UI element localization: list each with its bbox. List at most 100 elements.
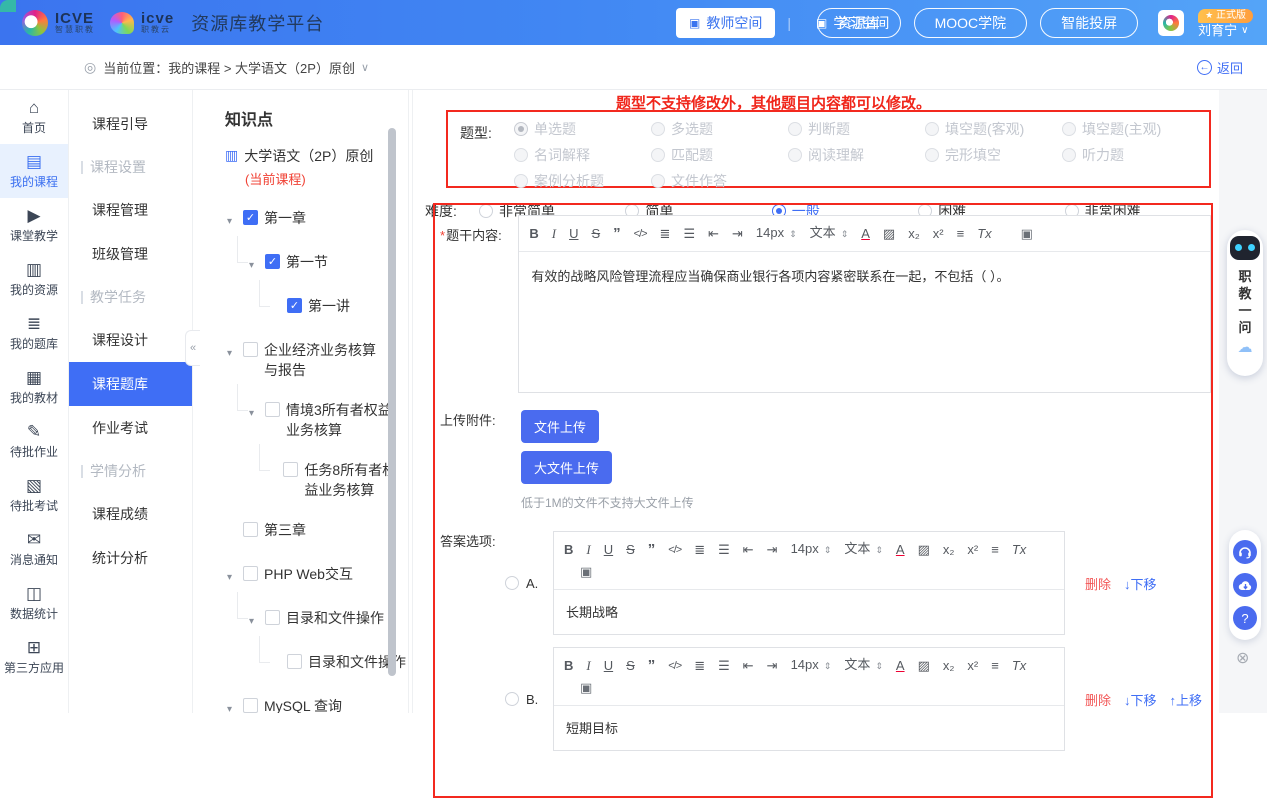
- tree-checkbox[interactable]: [243, 566, 258, 581]
- ordered-list-icon[interactable]: ≣: [694, 541, 705, 559]
- tab-teacher-space[interactable]: ▣教师空间: [676, 8, 775, 38]
- expand-arrow-icon[interactable]: ▾: [227, 212, 237, 232]
- tree-checkbox[interactable]: ✓: [287, 298, 302, 313]
- indent-icon[interactable]: ⇥: [767, 541, 778, 559]
- tree-checkbox[interactable]: [243, 522, 258, 537]
- bold-icon[interactable]: B: [529, 225, 538, 243]
- sidebar-item-data-statistics[interactable]: ◫数据统计: [0, 576, 68, 630]
- mooc-academy-button[interactable]: MOOC学院: [914, 8, 1028, 38]
- subscript-icon[interactable]: x₂: [908, 225, 920, 243]
- font-size-icon[interactable]: 14px⇕: [791, 540, 832, 559]
- superscript-icon[interactable]: x²: [967, 657, 978, 675]
- font-family-icon[interactable]: 文本⇕: [844, 540, 883, 559]
- clear-format-icon[interactable]: Tx: [977, 225, 991, 243]
- tree-checkbox[interactable]: ✓: [265, 254, 280, 269]
- answer-radio[interactable]: [505, 576, 519, 590]
- line-height-icon[interactable]: ≡: [957, 225, 965, 243]
- unordered-list-icon[interactable]: ☰: [683, 225, 695, 243]
- superscript-icon[interactable]: x²: [967, 541, 978, 559]
- bold-icon[interactable]: B: [564, 541, 573, 559]
- indent-icon[interactable]: ⇥: [732, 225, 743, 243]
- nav-item[interactable]: 课程设计: [69, 318, 192, 362]
- strikethrough-icon[interactable]: S: [591, 225, 600, 243]
- font-size-icon[interactable]: 14px⇕: [756, 224, 797, 243]
- clear-format-icon[interactable]: Tx: [1012, 657, 1026, 675]
- text-color-icon[interactable]: A: [861, 225, 870, 243]
- breadcrumb-caret-icon[interactable]: ∨: [361, 61, 369, 74]
- underline-icon[interactable]: U: [604, 657, 613, 675]
- italic-icon[interactable]: I: [586, 541, 590, 559]
- answer-editor-content[interactable]: 长期战略: [554, 590, 1064, 634]
- tree-checkbox[interactable]: ✓: [243, 210, 258, 225]
- collapse-sidebar-button[interactable]: «: [185, 330, 200, 366]
- expand-arrow-icon[interactable]: ▾: [227, 568, 237, 588]
- tree-node[interactable]: ▾企业经济业务核算与报告: [227, 340, 408, 380]
- italic-icon[interactable]: I: [552, 225, 556, 243]
- tree-checkbox[interactable]: [243, 342, 258, 357]
- expand-arrow-icon[interactable]: ▾: [227, 344, 237, 364]
- sidebar-item-my-courses[interactable]: ▤我的课程: [0, 144, 68, 198]
- download-button[interactable]: [1233, 573, 1257, 597]
- nav-item[interactable]: 作业考试: [69, 406, 192, 450]
- blockquote-icon[interactable]: ”: [648, 541, 656, 559]
- close-widgets-icon[interactable]: ⊗: [1236, 648, 1249, 668]
- blockquote-icon[interactable]: ”: [648, 657, 656, 675]
- tree-scrollbar[interactable]: [388, 128, 396, 676]
- subscript-icon[interactable]: x₂: [943, 657, 955, 675]
- user-box[interactable]: ★ 正式版 刘育宁∨: [1198, 6, 1253, 40]
- nav-item[interactable]: 统计分析: [69, 536, 192, 580]
- back-button[interactable]: ← 返回: [1197, 58, 1243, 77]
- nav-item[interactable]: 课程题库: [69, 362, 192, 406]
- outdent-icon[interactable]: ⇤: [743, 657, 754, 675]
- image-icon[interactable]: ▣: [1021, 225, 1033, 243]
- underline-icon[interactable]: U: [604, 541, 613, 559]
- avatar[interactable]: [1158, 10, 1184, 36]
- tree-checkbox[interactable]: [243, 698, 258, 713]
- tree-checkbox[interactable]: [265, 610, 280, 625]
- tree-node[interactable]: ▾✓第一章: [227, 208, 408, 232]
- sidebar-item-home[interactable]: ⌂首页: [0, 90, 68, 144]
- font-family-icon[interactable]: 文本⇕: [810, 224, 849, 243]
- delete-option-button[interactable]: 删除: [1085, 574, 1111, 593]
- answer-radio[interactable]: [505, 692, 519, 706]
- code-icon[interactable]: </>: [668, 657, 681, 675]
- highlight-icon[interactable]: ▨: [918, 541, 930, 559]
- tree-node[interactable]: ▾情境3所有者权益业务核算: [249, 400, 408, 440]
- text-color-icon[interactable]: A: [896, 657, 905, 675]
- image-icon[interactable]: ▣: [580, 563, 592, 581]
- tree-checkbox[interactable]: [287, 654, 302, 669]
- sidebar-item-notifications[interactable]: ✉消息通知: [0, 522, 68, 576]
- expand-arrow-icon[interactable]: ▾: [249, 404, 259, 424]
- code-icon[interactable]: </>: [668, 541, 681, 559]
- sidebar-item-pending-homework[interactable]: ✎待批作业: [0, 414, 68, 468]
- ai-assistant-widget[interactable]: 职教一问 ☁: [1227, 230, 1263, 376]
- nav-item[interactable]: 班级管理: [69, 232, 192, 276]
- unordered-list-icon[interactable]: ☰: [718, 541, 730, 559]
- highlight-icon[interactable]: ▨: [883, 225, 895, 243]
- sidebar-item-third-party-apps[interactable]: ⊞第三方应用: [0, 630, 68, 684]
- tree-node[interactable]: ▾PHP Web交互: [227, 564, 408, 588]
- bold-icon[interactable]: B: [564, 657, 573, 675]
- tree-node[interactable]: ▾目录和文件操作: [249, 608, 408, 632]
- customer-service-button[interactable]: [1233, 540, 1257, 564]
- highlight-icon[interactable]: ▨: [918, 657, 930, 675]
- expand-arrow-icon[interactable]: ▾: [249, 256, 259, 276]
- strikethrough-icon[interactable]: S: [626, 657, 635, 675]
- sidebar-item-classroom-teaching[interactable]: ▶课堂教学: [0, 198, 68, 252]
- sidebar-item-my-question-bank[interactable]: ≣我的题库: [0, 306, 68, 360]
- ordered-list-icon[interactable]: ≣: [660, 225, 671, 243]
- outdent-icon[interactable]: ⇤: [743, 541, 754, 559]
- font-size-icon[interactable]: 14px⇕: [791, 656, 832, 675]
- help-button[interactable]: ?: [1233, 606, 1257, 630]
- font-family-icon[interactable]: 文本⇕: [844, 656, 883, 675]
- outdent-icon[interactable]: ⇤: [708, 225, 719, 243]
- tree-node[interactable]: ▾✓第一节: [249, 252, 408, 276]
- nav-item[interactable]: 课程引导: [69, 102, 192, 146]
- smart-casting-button[interactable]: 智能投屏: [1040, 8, 1138, 38]
- expand-arrow-icon[interactable]: ▾: [227, 700, 237, 713]
- breadcrumb-path[interactable]: 我的课程 > 大学语文（2P）原创: [168, 58, 355, 77]
- tree-checkbox[interactable]: [283, 462, 298, 477]
- tree-node[interactable]: ▾第三章: [227, 520, 408, 544]
- stem-editor-content[interactable]: 有效的战略风险管理流程应当确保商业银行各项内容紧密联系在一起，不包括（ ）。: [519, 252, 1210, 392]
- tree-checkbox[interactable]: [265, 402, 280, 417]
